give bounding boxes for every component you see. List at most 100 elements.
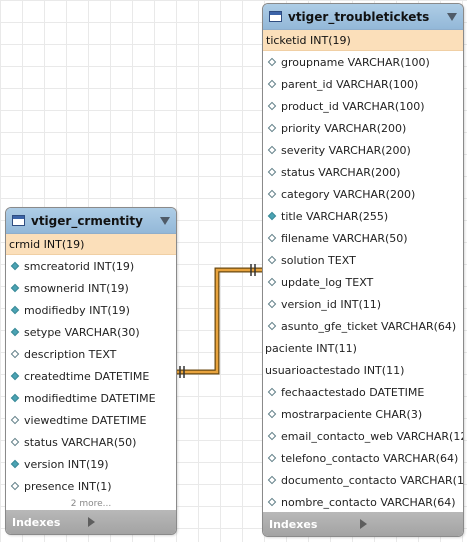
column-label: viewedtime DATETIME — [24, 413, 147, 427]
table-header[interactable]: vtiger_troubletickets — [263, 4, 463, 30]
column-row[interactable]: parent_id VARCHAR(100) — [263, 73, 463, 95]
nullable-column-icon — [267, 299, 277, 309]
column-label: usuarioactestado INT(11) — [265, 363, 405, 377]
nullable-column-icon — [10, 437, 20, 447]
column-label: smownerid INT(19) — [24, 281, 129, 295]
column-row[interactable]: severity VARCHAR(200) — [263, 139, 463, 161]
nullable-column-icon — [10, 415, 20, 425]
column-label: version_id INT(11) — [281, 297, 382, 311]
column-label: category VARCHAR(200) — [281, 187, 416, 201]
not-null-column-icon — [10, 459, 20, 469]
column-label: telefono_contacto VARCHAR(64) — [281, 451, 459, 465]
indexes-section[interactable]: Indexes — [263, 512, 463, 536]
column-label: status VARCHAR(200) — [281, 165, 401, 179]
column-row[interactable]: version INT(19) — [6, 453, 176, 475]
column-label: status VARCHAR(50) — [24, 435, 137, 449]
column-label: priority VARCHAR(200) — [281, 121, 407, 135]
nullable-column-icon — [10, 481, 20, 491]
table-name: vtiger_crmentity — [31, 213, 143, 228]
column-label: title VARCHAR(255) — [281, 209, 389, 223]
table-icon — [269, 11, 282, 22]
column-row[interactable]: status VARCHAR(200) — [263, 161, 463, 183]
column-row[interactable]: priority VARCHAR(200) — [263, 117, 463, 139]
not-null-column-icon — [10, 261, 20, 271]
column-row[interactable]: setype VARCHAR(30) — [6, 321, 176, 343]
column-row[interactable]: viewedtime DATETIME — [6, 409, 176, 431]
column-label: severity VARCHAR(200) — [281, 143, 411, 157]
column-row[interactable]: version_id INT(11) — [263, 293, 463, 315]
nullable-column-icon — [10, 349, 20, 359]
column-row[interactable]: nombre_contacto VARCHAR(64) — [263, 491, 463, 513]
column-label: asunto_gfe_ticket VARCHAR(64) — [281, 319, 457, 333]
not-null-column-icon — [10, 371, 20, 381]
nullable-column-icon — [267, 453, 277, 463]
column-row[interactable]: status VARCHAR(50) — [6, 431, 176, 453]
collapse-arrow-icon[interactable] — [160, 216, 170, 225]
table-header[interactable]: vtiger_crmentity — [6, 208, 176, 234]
nullable-column-icon — [267, 497, 277, 507]
column-row[interactable]: title VARCHAR(255) — [263, 205, 463, 227]
column-label: version INT(19) — [24, 457, 109, 471]
column-label: documento_contacto VARCHAR(128) — [281, 473, 463, 487]
indexes-label: Indexes — [12, 515, 61, 529]
column-label: nombre_contacto VARCHAR(64) — [281, 495, 456, 509]
column-row[interactable]: modifiedtime DATETIME — [6, 387, 176, 409]
nullable-column-icon — [267, 277, 277, 287]
column-row[interactable]: createdtime DATETIME — [6, 365, 176, 387]
column-row[interactable]: solution TEXT — [263, 249, 463, 271]
expand-arrow-icon[interactable] — [87, 517, 171, 527]
column-row[interactable]: description TEXT — [6, 343, 176, 365]
column-row[interactable]: modifiedby INT(19) — [6, 299, 176, 321]
column-label: presence INT(1) — [24, 479, 112, 493]
primary-key-row[interactable]: crmid INT(19) — [6, 234, 176, 255]
collapse-arrow-icon[interactable] — [447, 12, 457, 21]
column-row[interactable]: smownerid INT(19) — [6, 277, 176, 299]
column-label: createdtime DATETIME — [24, 369, 150, 383]
table-icon — [12, 215, 25, 226]
nullable-column-icon — [267, 409, 277, 419]
nullable-column-icon — [267, 475, 277, 485]
indexes-section[interactable]: Indexes — [6, 510, 176, 534]
column-row[interactable]: fechaactestado DATETIME — [263, 381, 463, 403]
column-label: email_contacto_web VARCHAR(128) — [281, 429, 463, 443]
nullable-column-icon — [267, 321, 277, 331]
column-row[interactable]: product_id VARCHAR(100) — [263, 95, 463, 117]
column-row[interactable]: usuarioactestado INT(11) — [263, 359, 463, 381]
column-row[interactable]: groupname VARCHAR(100) — [263, 51, 463, 73]
column-label: setype VARCHAR(30) — [24, 325, 140, 339]
nullable-column-icon — [267, 233, 277, 243]
not-null-column-icon — [10, 305, 20, 315]
column-label: paciente INT(11) — [265, 341, 357, 355]
column-list: smcreatorid INT(19) smownerid INT(19) modi… — [6, 255, 176, 497]
nullable-column-icon — [267, 145, 277, 155]
table-vtiger-crmentity[interactable]: vtiger_crmentity crmid INT(19) smcreator… — [5, 207, 177, 535]
nullable-column-icon — [267, 57, 277, 67]
primary-key-row[interactable]: ticketid INT(19) — [263, 30, 463, 51]
column-row[interactable]: smcreatorid INT(19) — [6, 255, 176, 277]
column-row[interactable]: documento_contacto VARCHAR(128) — [263, 469, 463, 491]
column-label: description TEXT — [24, 347, 117, 361]
not-null-column-icon — [10, 393, 20, 403]
table-vtiger-troubletickets[interactable]: vtiger_troubletickets ticketid INT(19) g… — [262, 3, 464, 537]
column-label: fechaactestado DATETIME — [281, 385, 425, 399]
column-row[interactable]: presence INT(1) — [6, 475, 176, 497]
column-label: groupname VARCHAR(100) — [281, 55, 430, 69]
column-row[interactable]: update_log TEXT — [263, 271, 463, 293]
not-null-column-icon — [267, 211, 277, 221]
not-null-column-icon — [10, 283, 20, 293]
not-null-column-icon — [10, 327, 20, 337]
nullable-column-icon — [267, 79, 277, 89]
column-row[interactable]: filename VARCHAR(50) — [263, 227, 463, 249]
expand-arrow-icon[interactable] — [359, 519, 458, 529]
column-row[interactable]: asunto_gfe_ticket VARCHAR(64) — [263, 315, 463, 337]
column-label: solution TEXT — [281, 253, 356, 267]
nullable-column-icon — [267, 123, 277, 133]
column-row[interactable]: paciente INT(11) — [263, 337, 463, 359]
column-row[interactable]: email_contacto_web VARCHAR(128) — [263, 425, 463, 447]
column-row[interactable]: telefono_contacto VARCHAR(64) — [263, 447, 463, 469]
nullable-column-icon — [267, 431, 277, 441]
column-row[interactable]: mostrarpaciente CHAR(3) — [263, 403, 463, 425]
column-label: filename VARCHAR(50) — [281, 231, 408, 245]
nullable-column-icon — [267, 189, 277, 199]
column-row[interactable]: category VARCHAR(200) — [263, 183, 463, 205]
